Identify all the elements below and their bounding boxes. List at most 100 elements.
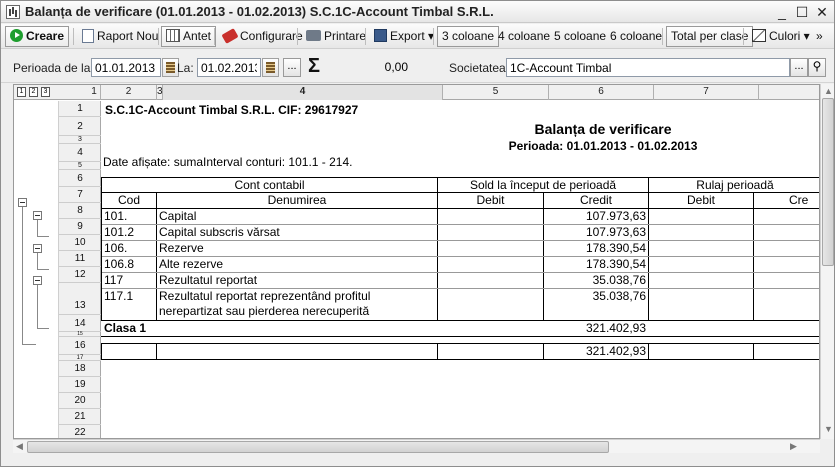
account-name[interactable]: Rezultatul reportat reprezentând profitu…: [159, 289, 370, 303]
group-level-2-button[interactable]: 2: [29, 87, 38, 97]
row-number[interactable]: 3: [59, 136, 101, 144]
opening-credit[interactable]: 107.973,63: [544, 225, 646, 239]
company-select-button[interactable]: ...: [790, 58, 808, 77]
account-name[interactable]: Alte rezerve: [159, 257, 223, 271]
row-number[interactable]: 7: [59, 187, 101, 203]
row-number[interactable]: 19: [59, 377, 101, 393]
row-number[interactable]: 2: [59, 117, 101, 136]
grid-line: [101, 208, 819, 209]
opening-credit[interactable]: 35.038,76: [544, 289, 646, 303]
row-number[interactable]: 1: [59, 101, 101, 117]
opening-credit[interactable]: 35.038,76: [544, 273, 646, 287]
company-input[interactable]: [506, 58, 790, 77]
date-from-input[interactable]: [91, 58, 161, 77]
collapse-icon[interactable]: [33, 211, 42, 220]
scroll-up-icon[interactable]: ▲: [824, 86, 833, 96]
data-shown-info: Date afișate: sumaInterval conturi: 101.…: [103, 155, 353, 169]
account-name[interactable]: Capital: [159, 209, 196, 223]
export-dropdown[interactable]: Export ▾: [369, 26, 439, 47]
row-number[interactable]: 21: [59, 409, 101, 425]
row-number[interactable]: 5: [59, 162, 101, 170]
six-columns-button[interactable]: 6 coloane: [605, 26, 667, 47]
printer-icon: [306, 30, 321, 42]
filter-bar: Perioada de la : La: ... Σ 0,00 Societat…: [1, 50, 834, 83]
print-button[interactable]: Printare: [301, 26, 371, 47]
three-columns-button[interactable]: 3 coloane: [437, 26, 500, 47]
row-number[interactable]: 11: [59, 251, 101, 267]
column-header[interactable]: 7: [654, 85, 759, 100]
new-report-button[interactable]: Raport Nou: [77, 26, 163, 47]
row-number[interactable]: 4: [59, 144, 101, 162]
grid-line: [101, 336, 819, 337]
opening-credit[interactable]: 107.973,63: [544, 209, 646, 223]
configure-button[interactable]: Configurare: [218, 26, 308, 47]
account-name[interactable]: Rezultatul reportat: [159, 273, 257, 287]
column-header[interactable]: 6: [549, 85, 654, 100]
horizontal-scroll-thumb[interactable]: [27, 441, 609, 453]
collapse-icon[interactable]: [33, 276, 42, 285]
vertical-scroll-thumb[interactable]: [822, 98, 834, 266]
opening-credit[interactable]: 178.390,54: [544, 257, 646, 271]
grand-total-credit[interactable]: 321.402,93: [544, 344, 646, 358]
account-code[interactable]: 101.2: [104, 225, 134, 239]
calendar-icon[interactable]: [262, 58, 279, 77]
opening-debit-header: Debit: [476, 193, 505, 207]
five-columns-button[interactable]: 5 coloane: [549, 26, 611, 47]
maximize-button[interactable]: ☐: [793, 3, 811, 21]
column-header[interactable]: 8: [759, 85, 819, 100]
report-icon: [6, 5, 20, 19]
column-header[interactable]: 5: [443, 85, 549, 100]
name-header: Denumirea: [267, 193, 327, 207]
scroll-down-icon[interactable]: ▼: [824, 424, 833, 434]
row-number[interactable]: 9: [59, 219, 101, 235]
toolbar-overflow-button[interactable]: »: [813, 26, 826, 47]
total-per-class-button[interactable]: Total per clase: [666, 26, 754, 47]
class-total-label[interactable]: Clasa 1: [104, 321, 146, 335]
account-name-continued[interactable]: nerepartizat sau pierderea nerecuperită: [159, 304, 369, 318]
header-toggle-button[interactable]: Antet: [161, 26, 217, 47]
horizontal-scrollbar[interactable]: ◀ ▶: [13, 439, 820, 453]
row-number[interactable]: 10: [59, 235, 101, 251]
account-code[interactable]: 106.: [104, 241, 127, 255]
row-number[interactable]: 8: [59, 203, 101, 219]
account-code[interactable]: 117: [104, 273, 123, 287]
search-icon[interactable]: ⚲: [808, 58, 826, 77]
date-to-input[interactable]: [197, 58, 261, 77]
account-code[interactable]: 101.: [104, 209, 127, 223]
group-level-1-button[interactable]: 1: [17, 87, 26, 97]
account-code[interactable]: 117.1: [104, 289, 133, 303]
class-total-credit[interactable]: 321.402,93: [544, 321, 646, 335]
four-columns-button[interactable]: 4 coloane: [493, 26, 555, 47]
row-number[interactable]: 13: [59, 283, 101, 315]
vertical-scrollbar[interactable]: ▲ ▼: [820, 84, 834, 439]
grid-line: [156, 343, 157, 360]
close-button[interactable]: ✕: [813, 3, 831, 21]
row-number[interactable]: 16: [59, 337, 101, 355]
scroll-left-icon[interactable]: ◀: [16, 441, 23, 452]
minimize-button[interactable]: _: [773, 3, 791, 21]
column-header[interactable]: 4: [163, 85, 443, 100]
row-number[interactable]: 20: [59, 393, 101, 409]
column-header[interactable]: 2: [101, 85, 157, 100]
row-number[interactable]: 18: [59, 361, 101, 377]
account-name[interactable]: Capital subscris vărsat: [159, 225, 280, 239]
group-level-3-button[interactable]: 3: [41, 87, 50, 97]
collapse-icon[interactable]: [18, 198, 27, 207]
report-period: Perioada: 01.01.2013 - 01.02.2013: [508, 139, 698, 153]
period-select-button[interactable]: ...: [283, 58, 301, 77]
opening-credit[interactable]: 178.390,54: [544, 241, 646, 255]
opening-balance-header: Sold la început de perioadă: [469, 178, 617, 192]
scroll-right-icon[interactable]: ▶: [790, 441, 797, 452]
row-number[interactable]: 6: [59, 170, 101, 187]
toolbar-separator: [214, 28, 215, 45]
collapse-icon[interactable]: [33, 244, 42, 253]
row-number[interactable]: 12: [59, 267, 101, 283]
row-number[interactable]: 22: [59, 425, 101, 438]
column-header[interactable]: 1: [88, 85, 101, 100]
create-button[interactable]: Creare: [5, 26, 70, 47]
row-number[interactable]: 14: [59, 315, 101, 332]
account-name[interactable]: Rezerve: [159, 241, 204, 255]
account-group-header: Cont contabil: [234, 178, 305, 192]
colors-dropdown[interactable]: Culori ▾: [747, 26, 815, 47]
account-code[interactable]: 106.8: [104, 257, 134, 271]
